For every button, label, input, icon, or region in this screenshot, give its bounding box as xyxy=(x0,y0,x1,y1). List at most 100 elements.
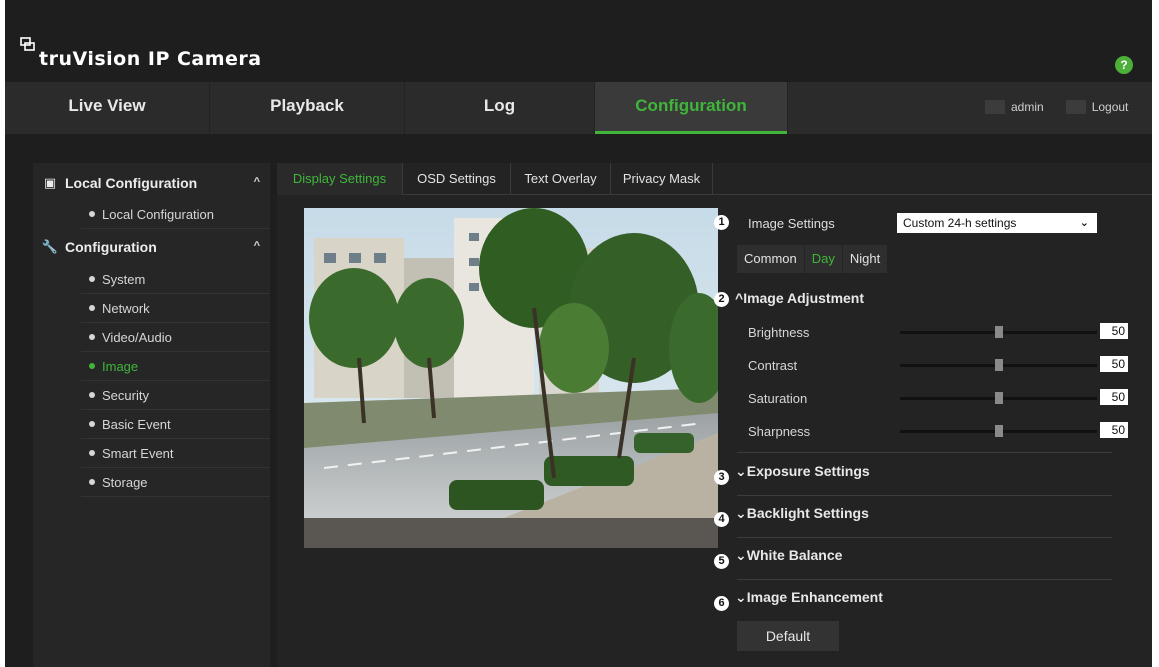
sidebar-item-label: Smart Event xyxy=(102,445,174,461)
username: admin xyxy=(1011,100,1044,114)
camera-preview xyxy=(304,208,718,548)
sharpness-label: Sharpness xyxy=(748,424,811,439)
tab-osd-settings[interactable]: OSD Settings xyxy=(403,163,511,195)
nav-tab-configuration[interactable]: Configuration xyxy=(595,82,788,134)
bullet-icon xyxy=(89,276,95,282)
nav-tab-playback[interactable]: Playback xyxy=(210,82,405,134)
slider-thumb[interactable] xyxy=(995,425,1003,437)
title-bar: truVision IP Camera ? xyxy=(5,20,1152,80)
chevron-up-icon[interactable]: ^ xyxy=(254,176,260,188)
logout-icon[interactable] xyxy=(1065,100,1086,114)
sharpness-value[interactable]: 50 xyxy=(1100,422,1128,438)
help-button[interactable]: ? xyxy=(1115,56,1133,74)
tab-display-settings[interactable]: Display Settings xyxy=(277,163,403,195)
slider-thumb[interactable] xyxy=(995,392,1003,404)
brightness-value[interactable]: 50 xyxy=(1100,323,1128,339)
section-title-label: Exposure Settings xyxy=(746,463,870,479)
nav-tab-live-view[interactable]: Live View xyxy=(5,82,210,134)
sidebar-item-label: Image xyxy=(102,358,139,374)
bullet-icon xyxy=(89,305,95,311)
image-settings-select[interactable]: Custom 24-h settings ⌄ xyxy=(897,213,1097,233)
section-title-label: Backlight Settings xyxy=(746,505,869,521)
callout-2: 2 xyxy=(714,292,729,307)
bullet-icon xyxy=(89,334,95,340)
contrast-label: Contrast xyxy=(748,358,798,373)
callout-1: 1 xyxy=(714,215,729,230)
chevron-down-icon: ⌄ xyxy=(735,589,747,605)
camera-logo-icon xyxy=(20,37,35,51)
bullet-icon xyxy=(89,479,95,485)
local-config-icon: ▣ xyxy=(43,175,57,190)
chevron-down-icon: ⌄ xyxy=(735,547,747,563)
select-value: Custom 24-h settings xyxy=(903,216,1017,230)
section-title-label: Image Adjustment xyxy=(743,290,865,306)
bullet-icon xyxy=(89,211,95,217)
brightness-slider[interactable] xyxy=(900,326,1097,338)
tab-text-overlay[interactable]: Text Overlay xyxy=(511,163,611,195)
app-title: truVision IP Camera xyxy=(39,48,262,70)
user-icon xyxy=(985,100,1005,114)
user-area: admin Logout xyxy=(985,96,1128,118)
image-settings-label: Image Settings xyxy=(748,216,835,231)
divider xyxy=(737,579,1112,580)
sidebar-item-basic-event[interactable]: Basic Event xyxy=(81,410,270,439)
logout-link[interactable]: Logout xyxy=(1092,100,1129,114)
sidebar-item-system[interactable]: System xyxy=(81,265,270,294)
slider-thumb[interactable] xyxy=(995,359,1003,371)
callout-6: 6 xyxy=(714,596,729,611)
sidebar-item-label: Security xyxy=(102,387,149,403)
section-image-adjustment[interactable]: ^Image Adjustment xyxy=(735,290,864,306)
sharpness-slider[interactable] xyxy=(900,425,1097,437)
divider xyxy=(737,495,1112,496)
callout-3: 3 xyxy=(714,470,729,485)
section-title-label: Image Enhancement xyxy=(746,589,883,605)
sidebar-item-smart-event[interactable]: Smart Event xyxy=(81,439,270,468)
section-title-label: White Balance xyxy=(746,547,843,563)
mode-tabs: Common Day Night xyxy=(737,245,889,273)
brightness-label: Brightness xyxy=(748,325,810,340)
app-window: truVision IP Camera ? Live View Playback… xyxy=(5,0,1152,667)
nav-tab-log[interactable]: Log xyxy=(405,82,595,134)
saturation-slider[interactable] xyxy=(900,392,1097,404)
bullet-icon xyxy=(89,421,95,427)
subtab-bar: Display Settings OSD Settings Text Overl… xyxy=(277,163,1152,195)
tab-common[interactable]: Common xyxy=(737,245,805,273)
sidebar-item-video-audio[interactable]: Video/Audio xyxy=(81,323,270,352)
sidebar-group-configuration[interactable]: 🔧 Configuration ^ xyxy=(33,231,270,263)
callout-4: 4 xyxy=(714,512,729,527)
section-white-balance[interactable]: ⌄White Balance xyxy=(735,547,842,564)
sidebar-item-local-configuration[interactable]: Local Configuration xyxy=(81,200,270,229)
sidebar-item-network[interactable]: Network xyxy=(81,294,270,323)
bullet-icon xyxy=(89,392,95,398)
bullet-icon xyxy=(89,363,95,369)
sidebar-item-storage[interactable]: Storage xyxy=(81,468,270,497)
saturation-value[interactable]: 50 xyxy=(1100,389,1128,405)
sidebar-item-label: Video/Audio xyxy=(102,329,172,345)
slider-thumb[interactable] xyxy=(995,326,1003,338)
chevron-down-icon: ⌄ xyxy=(735,463,747,479)
tab-privacy-mask[interactable]: Privacy Mask xyxy=(611,163,713,195)
callout-5: 5 xyxy=(714,554,729,569)
section-exposure-settings[interactable]: ⌄Exposure Settings xyxy=(735,463,870,480)
contrast-slider[interactable] xyxy=(900,359,1097,371)
divider xyxy=(737,452,1112,453)
bullet-icon xyxy=(89,450,95,456)
chevron-up-icon[interactable]: ^ xyxy=(254,240,260,252)
wrench-icon: 🔧 xyxy=(41,239,59,254)
sidebar: ▣ Local Configuration ^ Local Configurat… xyxy=(33,163,270,667)
section-image-enhancement[interactable]: ⌄Image Enhancement xyxy=(735,589,883,606)
sidebar-item-image[interactable]: Image xyxy=(81,352,270,381)
tab-day[interactable]: Day xyxy=(805,245,843,273)
sidebar-item-label: Network xyxy=(102,300,150,316)
sidebar-item-label: Local Configuration xyxy=(102,206,215,222)
sidebar-group-local-configuration[interactable]: ▣ Local Configuration ^ xyxy=(33,167,270,199)
chevron-down-icon: ⌄ xyxy=(1079,217,1089,229)
chevron-up-icon: ^ xyxy=(735,290,744,306)
default-button[interactable]: Default xyxy=(737,621,839,651)
tab-night[interactable]: Night xyxy=(843,245,889,273)
sidebar-item-label: Storage xyxy=(102,474,148,490)
sidebar-item-security[interactable]: Security xyxy=(81,381,270,410)
section-backlight-settings[interactable]: ⌄Backlight Settings xyxy=(735,505,869,522)
content-area: Display Settings OSD Settings Text Overl… xyxy=(277,163,1152,667)
contrast-value[interactable]: 50 xyxy=(1100,356,1128,372)
